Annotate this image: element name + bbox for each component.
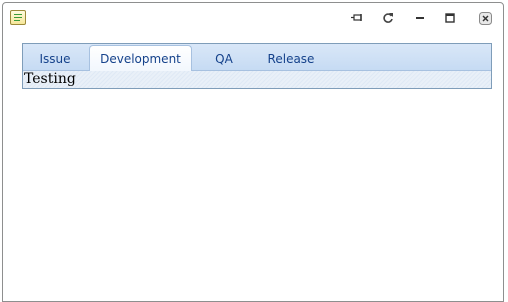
refresh-icon	[382, 12, 394, 24]
tab-strip: Issue Development QA Release	[23, 44, 491, 71]
minimize-icon	[415, 13, 425, 23]
minimize-button[interactable]	[412, 10, 428, 26]
tab-issue[interactable]: Issue	[29, 47, 81, 71]
maximize-button[interactable]	[442, 10, 458, 26]
pin-button[interactable]	[349, 10, 365, 26]
tab-content-text: Testing	[24, 71, 76, 87]
refresh-button[interactable]	[380, 10, 396, 26]
close-button[interactable]	[477, 10, 493, 26]
close-icon	[478, 11, 492, 25]
title-bar[interactable]	[3, 3, 503, 33]
tab-release[interactable]: Release	[258, 47, 324, 71]
app-window: Issue Development QA Release Testing	[2, 2, 504, 302]
pin-icon	[350, 12, 364, 24]
maximize-icon	[445, 13, 455, 23]
notepad-icon	[10, 10, 26, 25]
tab-content: Testing	[23, 71, 491, 88]
tab-qa[interactable]: QA	[203, 47, 245, 71]
tab-development[interactable]: Development	[89, 45, 192, 71]
tab-panel-container: Issue Development QA Release Testing	[22, 43, 492, 89]
